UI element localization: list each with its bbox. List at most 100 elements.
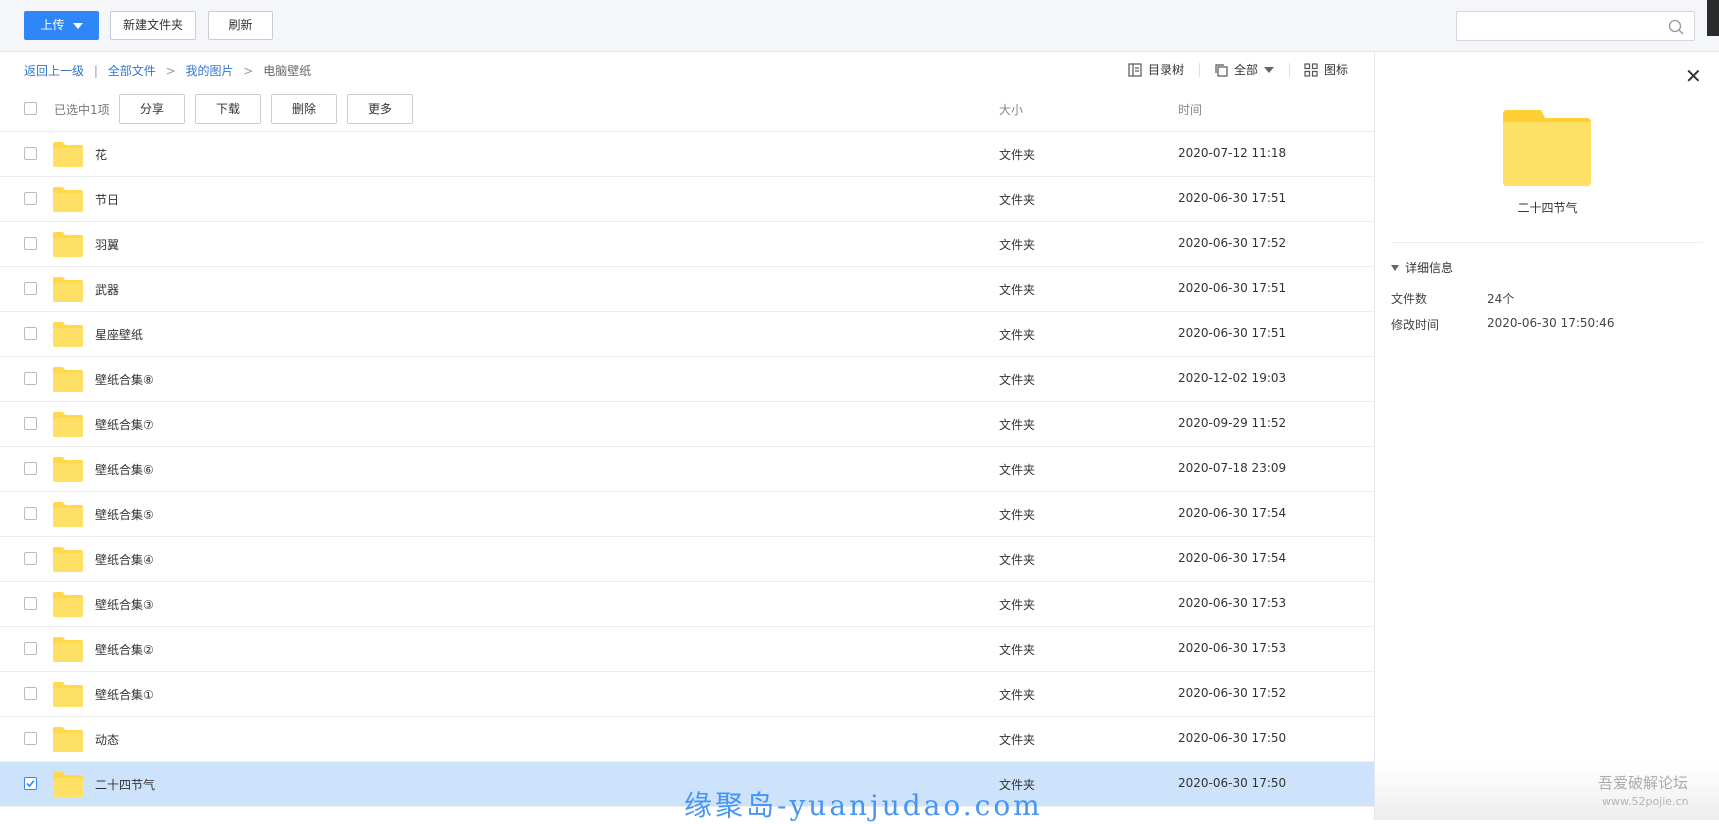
file-time: 2020-06-30 17:50 (1178, 776, 1287, 790)
directory-tree-icon (1128, 62, 1142, 77)
file-time: 2020-06-30 17:51 (1178, 191, 1287, 205)
file-time: 2020-07-18 23:09 (1178, 461, 1287, 475)
share-button[interactable]: 分享 (119, 94, 185, 124)
file-time: 2020-06-30 17:51 (1178, 326, 1287, 340)
file-row[interactable]: 动态 文件夹 2020-06-30 17:50 (0, 717, 1374, 762)
top-toolbar: 上传 新建文件夹 刷新 (0, 0, 1719, 52)
file-size: 文件夹 (999, 238, 1036, 252)
row-checkbox[interactable] (24, 237, 37, 250)
new-folder-button[interactable]: 新建文件夹 (110, 11, 196, 40)
back-link[interactable]: 返回上一级 (24, 64, 84, 78)
row-checkbox-checked[interactable] (24, 777, 37, 790)
file-row[interactable]: 壁纸合集③ 文件夹 2020-06-30 17:53 (0, 582, 1374, 627)
directory-tree-toggle[interactable]: 目录树 (1128, 61, 1184, 78)
file-name[interactable]: 壁纸合集⑦ (95, 416, 154, 433)
detail-field-key: 文件数 (1391, 292, 1428, 306)
caret-down-icon (72, 22, 83, 29)
detail-folder-name: 二十四节气 (1517, 201, 1578, 215)
file-name[interactable]: 壁纸合集④ (95, 551, 154, 568)
file-row[interactable]: 羽翼 文件夹 2020-06-30 17:52 (0, 222, 1374, 267)
file-name[interactable]: 花 (95, 146, 107, 163)
file-name[interactable]: 节日 (95, 191, 119, 208)
filter-label: 全部 (1234, 63, 1259, 77)
download-button[interactable]: 下载 (195, 94, 261, 124)
row-checkbox[interactable] (24, 192, 37, 205)
watermark-corner-url: www.52pojie.cn (1602, 795, 1689, 808)
row-checkbox[interactable] (24, 372, 37, 385)
file-time: 2020-06-30 17:54 (1178, 551, 1287, 565)
delete-button[interactable]: 删除 (271, 94, 337, 124)
file-row[interactable]: 花 文件夹 2020-07-12 11:18 (0, 132, 1374, 177)
folder-icon (53, 457, 83, 482)
file-time: 2020-12-02 19:03 (1178, 371, 1287, 385)
file-row[interactable]: 壁纸合集② 文件夹 2020-06-30 17:53 (0, 627, 1374, 672)
close-icon[interactable]: ✕ (1685, 66, 1702, 86)
file-name[interactable]: 壁纸合集① (95, 686, 154, 703)
file-row[interactable]: 壁纸合集① 文件夹 2020-06-30 17:52 (0, 672, 1374, 717)
upload-button[interactable]: 上传 (24, 11, 99, 40)
detail-panel: ✕ 二十四节气 详细信息 文件数 24个 修改时间 2020-06-30 17:… (1374, 52, 1719, 820)
list-header: 已选中1项 分享 下载 删除 更多 大小 时间 (0, 86, 1374, 132)
file-row[interactable]: 壁纸合集⑥ 文件夹 2020-07-18 23:09 (0, 447, 1374, 492)
detail-field-value: 2020-06-30 17:50:46 (1487, 316, 1615, 330)
file-size: 文件夹 (999, 553, 1036, 567)
file-row[interactable]: 星座壁纸 文件夹 2020-06-30 17:51 (0, 312, 1374, 357)
directory-tree-label: 目录树 (1148, 63, 1185, 77)
file-name[interactable]: 壁纸合集③ (95, 596, 154, 613)
file-row[interactable]: 壁纸合集④ 文件夹 2020-06-30 17:54 (0, 537, 1374, 582)
row-checkbox[interactable] (24, 732, 37, 745)
row-checkbox[interactable] (24, 147, 37, 160)
file-size: 文件夹 (999, 418, 1036, 432)
row-checkbox[interactable] (24, 687, 37, 700)
file-name[interactable]: 壁纸合集② (95, 641, 154, 658)
row-checkbox[interactable] (24, 507, 37, 520)
more-button[interactable]: 更多 (347, 94, 413, 124)
detail-divider (1391, 242, 1703, 243)
search-icon[interactable] (1668, 19, 1684, 35)
file-name[interactable]: 羽翼 (95, 236, 119, 253)
file-row[interactable]: 壁纸合集⑦ 文件夹 2020-09-29 11:52 (0, 402, 1374, 447)
copy-icon (1215, 63, 1228, 77)
search-input[interactable] (1456, 11, 1695, 41)
file-size: 文件夹 (999, 508, 1036, 522)
row-checkbox[interactable] (24, 462, 37, 475)
file-size: 文件夹 (999, 148, 1036, 162)
file-row[interactable]: 武器 文件夹 2020-06-30 17:51 (0, 267, 1374, 312)
row-checkbox[interactable] (24, 597, 37, 610)
folder-icon (53, 502, 83, 527)
file-row[interactable]: 壁纸合集⑤ 文件夹 2020-06-30 17:54 (0, 492, 1374, 537)
watermark-main: 缘聚岛-yuanjudao.com (684, 789, 1043, 822)
file-name[interactable]: 星座壁纸 (95, 326, 143, 343)
row-checkbox[interactable] (24, 327, 37, 340)
breadcrumb-all-files[interactable]: 全部文件 (108, 64, 156, 78)
file-name[interactable]: 壁纸合集⑤ (95, 506, 154, 523)
upload-button-label: 上传 (40, 18, 65, 32)
details-section-toggle[interactable]: 详细信息 (1391, 259, 1453, 276)
file-time: 2020-09-29 11:52 (1178, 416, 1287, 430)
row-checkbox[interactable] (24, 282, 37, 295)
file-name[interactable]: 壁纸合集⑧ (95, 371, 154, 388)
refresh-button[interactable]: 刷新 (208, 11, 273, 40)
column-header-size[interactable]: 大小 (999, 101, 1023, 118)
row-checkbox[interactable] (24, 642, 37, 655)
file-name[interactable]: 动态 (95, 731, 119, 748)
file-name[interactable]: 二十四节气 (95, 776, 155, 793)
file-list: 花 文件夹 2020-07-12 11:18 节日 文件夹 2020-06-30… (0, 132, 1374, 807)
file-row[interactable]: 壁纸合集⑧ 文件夹 2020-12-02 19:03 (0, 357, 1374, 402)
folder-icon (53, 322, 83, 347)
select-all-checkbox[interactable] (24, 102, 37, 115)
row-checkbox[interactable] (24, 552, 37, 565)
file-name[interactable]: 武器 (95, 281, 119, 298)
file-size: 文件夹 (999, 193, 1036, 207)
icon-view-toggle[interactable]: 图标 (1304, 61, 1348, 78)
grid-icon (1304, 62, 1318, 77)
file-time: 2020-06-30 17:52 (1178, 236, 1287, 250)
file-name[interactable]: 壁纸合集⑥ (95, 461, 154, 478)
breadcrumb-bar: 返回上一级 | 全部文件 > 我的图片 > 电脑壁纸 目录树 全部 图标 (0, 52, 1374, 86)
file-row[interactable]: 节日 文件夹 2020-06-30 17:51 (0, 177, 1374, 222)
breadcrumb-my-pictures[interactable]: 我的图片 (185, 64, 233, 78)
column-header-time[interactable]: 时间 (1178, 101, 1202, 118)
row-checkbox[interactable] (24, 417, 37, 430)
filter-dropdown[interactable]: 全部 (1214, 61, 1280, 78)
window-scroll-handle[interactable] (1707, 0, 1719, 36)
